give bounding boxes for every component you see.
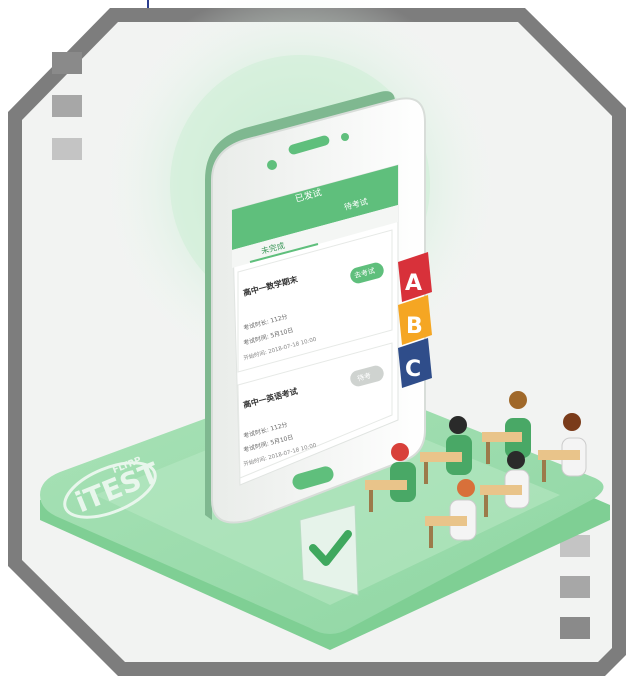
deco-square-2 <box>52 95 82 117</box>
phone-sensor <box>341 133 349 141</box>
deco-square-3 <box>52 138 82 160</box>
deco-square-5 <box>560 576 590 598</box>
deco-square-1 <box>52 52 82 74</box>
tab-b-label: B <box>406 314 423 339</box>
checkmark-card <box>299 504 359 596</box>
illustration-stage: iTEST FLTRP 已发试 待考试 未完成 高中一数学期末 去考试 考试时长… <box>0 0 636 682</box>
exam-illustration: iTEST FLTRP 已发试 待考试 未完成 高中一数学期末 去考试 考试时长… <box>8 0 626 676</box>
tab-c-label: C <box>405 357 421 382</box>
tab-a-label: A <box>405 271 422 296</box>
deco-square-6 <box>560 617 590 639</box>
phone-camera <box>267 160 277 170</box>
